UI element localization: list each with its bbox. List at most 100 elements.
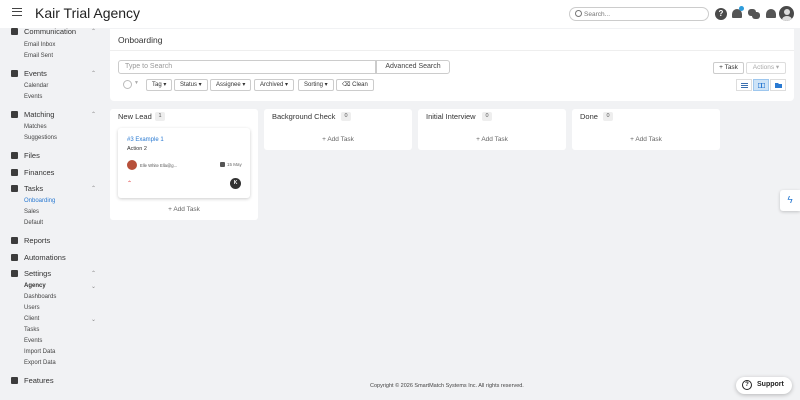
kanban-column-done: Done 0 + Add Task bbox=[572, 109, 720, 150]
chevron-up-icon[interactable]: ⌃ bbox=[91, 185, 96, 192]
column-title: New Lead bbox=[118, 112, 152, 121]
folder-icon bbox=[11, 152, 18, 159]
sidebar-item-sales[interactable]: Sales bbox=[24, 209, 39, 215]
page-header: Onboarding bbox=[110, 29, 794, 51]
finance-icon bbox=[11, 169, 18, 176]
add-task-link[interactable]: + Add Task bbox=[110, 206, 258, 213]
owner-badge: K bbox=[230, 178, 241, 189]
actions-button[interactable]: Actions ▾ bbox=[746, 62, 786, 74]
column-count-badge: 0 bbox=[482, 112, 492, 121]
bell-icon[interactable] bbox=[765, 8, 777, 20]
column-title: Background Check bbox=[272, 112, 336, 121]
sorting-filter-label: Sorting bbox=[304, 82, 324, 88]
kanban-column-background-check: Background Check 0 + Add Task bbox=[264, 109, 412, 150]
caret-down-icon[interactable]: ▼ bbox=[134, 80, 139, 86]
support-button[interactable]: ? Support bbox=[736, 377, 792, 394]
plus-icon: + bbox=[476, 136, 480, 143]
chevron-up-icon[interactable]: ⌃ bbox=[91, 111, 96, 118]
assignee-name: Elle White Ella@g... bbox=[140, 163, 178, 168]
chart-icon bbox=[11, 237, 18, 244]
chevron-up-icon[interactable]: ⌃ bbox=[91, 270, 96, 277]
task-card-title[interactable]: #3 Example 1 bbox=[127, 137, 164, 143]
add-task-link[interactable]: + Add Task bbox=[572, 136, 720, 143]
menu-icon[interactable] bbox=[12, 8, 22, 16]
sidebar-item-dashboards[interactable]: Dashboards bbox=[24, 294, 56, 300]
list-view-button[interactable] bbox=[736, 79, 752, 91]
archived-filter-label: Archived bbox=[260, 82, 284, 88]
add-task-label: Add Task bbox=[635, 136, 662, 143]
plus-icon: + bbox=[322, 136, 326, 143]
sidebar-item-default[interactable]: Default bbox=[24, 220, 43, 226]
clean-filters-button[interactable]: ⌫ Clean bbox=[336, 79, 374, 91]
chevron-down-icon[interactable]: ⌄ bbox=[91, 316, 96, 323]
sidebar-item-import-data[interactable]: Import Data bbox=[24, 349, 55, 355]
filter-panel: Type to Search Advanced Search ▼ Tag ▾ S… bbox=[110, 51, 794, 101]
chevron-down-icon[interactable]: ⌄ bbox=[91, 283, 96, 290]
list-icon bbox=[741, 83, 748, 88]
add-task-link[interactable]: + Add Task bbox=[264, 136, 412, 143]
sidebar-item-events-list[interactable]: Events bbox=[24, 94, 42, 100]
column-title: Done bbox=[580, 112, 598, 121]
task-search-input[interactable]: Type to Search bbox=[118, 60, 376, 74]
sidebar-item-calendar[interactable]: Calendar bbox=[24, 83, 48, 89]
assignee-filter-button[interactable]: Assignee ▾ bbox=[210, 79, 252, 91]
advanced-search-button[interactable]: Advanced Search bbox=[376, 60, 450, 74]
folder-view-button[interactable] bbox=[770, 79, 786, 91]
search-input[interactable] bbox=[584, 8, 704, 20]
select-all-checkbox[interactable] bbox=[123, 80, 132, 89]
chevron-up-icon[interactable]: ⌃ bbox=[91, 70, 96, 77]
sidebar-item-matches[interactable]: Matches bbox=[24, 124, 47, 130]
user-avatar[interactable] bbox=[779, 6, 794, 21]
plus-icon: + bbox=[719, 64, 723, 71]
actions-label: Actions bbox=[752, 64, 775, 71]
add-task-button[interactable]: + Task bbox=[713, 62, 744, 74]
task-card[interactable]: #3 Example 1 Action 2 Elle White Ella@g.… bbox=[118, 128, 250, 198]
chat-icon[interactable] bbox=[748, 8, 760, 20]
add-task-label: Add Task bbox=[173, 206, 200, 213]
folder-icon bbox=[775, 83, 782, 88]
sidebar-item-agency[interactable]: Agency bbox=[24, 283, 46, 289]
add-task-label: Add Task bbox=[481, 136, 508, 143]
sidebar-item-email-sent[interactable]: Email Sent bbox=[24, 53, 53, 59]
global-search[interactable] bbox=[569, 7, 709, 21]
notification-alert-icon[interactable] bbox=[731, 6, 744, 20]
add-task-label: Add Task bbox=[327, 136, 354, 143]
support-label: Support bbox=[757, 381, 784, 388]
chevron-up-icon[interactable]: ⌃ bbox=[91, 28, 96, 35]
board-view-button[interactable] bbox=[753, 79, 769, 91]
add-task-link[interactable]: + Add Task bbox=[418, 136, 566, 143]
sidebar-item-onboarding[interactable]: Onboarding bbox=[24, 198, 55, 204]
sorting-filter-button[interactable]: Sorting ▾ bbox=[298, 79, 334, 91]
help-icon[interactable]: ? bbox=[715, 8, 727, 20]
clean-label: Clean bbox=[352, 82, 368, 88]
column-count-badge: 0 bbox=[603, 112, 613, 121]
archived-filter-button[interactable]: Archived ▾ bbox=[254, 79, 295, 91]
sidebar-item-users[interactable]: Users bbox=[24, 305, 40, 311]
app-title: Kair Trial Agency bbox=[35, 5, 141, 21]
task-card-subtitle: Action 2 bbox=[127, 146, 147, 152]
top-bar: Kair Trial Agency ? bbox=[0, 0, 800, 28]
assignee-filter-label: Assignee bbox=[216, 82, 241, 88]
task-due-date: 15 May bbox=[227, 162, 242, 167]
sidebar-item-export-data[interactable]: Export Data bbox=[24, 360, 56, 366]
eraser-icon: ⌫ bbox=[342, 82, 351, 88]
question-icon: ? bbox=[742, 380, 752, 390]
sidebar-item-suggestions[interactable]: Suggestions bbox=[24, 135, 57, 141]
column-count-badge: 1 bbox=[155, 112, 165, 121]
status-filter-button[interactable]: Status ▾ bbox=[174, 79, 208, 91]
sidebar-item-client[interactable]: Client bbox=[24, 316, 39, 322]
tag-filter-button[interactable]: Tag ▾ bbox=[146, 79, 173, 91]
page-title: Onboarding bbox=[118, 35, 163, 45]
sidebar: Communication ⌃ Email Inbox Email Sent E… bbox=[0, 24, 104, 400]
matching-icon bbox=[11, 111, 18, 118]
message-icon bbox=[11, 28, 18, 35]
settings-icon bbox=[11, 270, 18, 277]
automation-icon bbox=[11, 254, 18, 261]
sidebar-item-email-inbox[interactable]: Email Inbox bbox=[24, 42, 55, 48]
lightning-icon[interactable]: ϟ bbox=[780, 190, 800, 211]
sidebar-item-client-events[interactable]: Events bbox=[24, 338, 42, 344]
tag-filter-label: Tag bbox=[152, 82, 162, 88]
kanban-column-initial-interview: Initial Interview 0 + Add Task bbox=[418, 109, 566, 150]
sidebar-item-client-tasks[interactable]: Tasks bbox=[24, 327, 39, 333]
plus-icon: + bbox=[630, 136, 634, 143]
